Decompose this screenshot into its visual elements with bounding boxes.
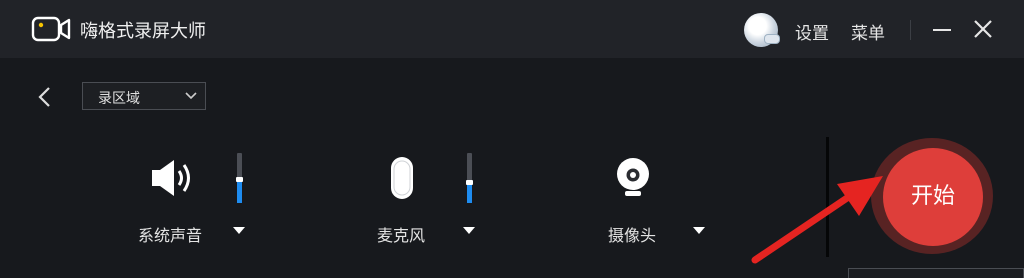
title-divider	[910, 20, 911, 40]
back-arrow-icon[interactable]	[34, 86, 56, 108]
camera-dropdown-triangle-icon[interactable]	[692, 226, 706, 236]
webcam-icon[interactable]	[614, 155, 652, 199]
menu-link[interactable]: 菜单	[851, 19, 885, 44]
microphone-volume-slider[interactable]	[466, 153, 473, 203]
record-mode-select[interactable]: 录区域	[82, 82, 206, 110]
speaker-icon[interactable]	[148, 156, 196, 200]
bottom-right-panel-edge	[848, 268, 1024, 278]
camera-label: 摄像头	[608, 226, 657, 245]
system-audio-dropdown-triangle-icon[interactable]	[232, 226, 246, 236]
chevron-down-icon	[185, 92, 197, 100]
microphone-icon[interactable]	[388, 155, 416, 201]
close-button[interactable]	[970, 16, 996, 42]
camera-logo-icon	[31, 16, 71, 42]
user-avatar-icon[interactable]	[744, 13, 780, 47]
microphone-dropdown-triangle-icon[interactable]	[462, 226, 476, 236]
microphone-volume-thumb[interactable]	[466, 180, 473, 185]
system-audio-label: 系统声音	[138, 226, 203, 245]
microphone-volume-fill	[467, 183, 472, 203]
settings-link[interactable]: 设置	[795, 19, 829, 44]
system-audio-volume-fill	[237, 180, 242, 203]
minimize-icon	[933, 29, 951, 31]
system-audio-volume-thumb[interactable]	[236, 177, 243, 182]
minimize-button[interactable]	[929, 16, 955, 42]
app-title: 嗨格式录屏大师	[80, 21, 206, 42]
title-bar: 嗨格式录屏大师 设置 菜单	[0, 0, 1024, 58]
vertical-separator	[826, 137, 829, 257]
close-icon	[974, 20, 992, 38]
system-audio-volume-slider[interactable]	[236, 153, 243, 203]
record-mode-value: 录区域	[98, 91, 140, 107]
microphone-label: 麦克风	[377, 226, 426, 245]
start-recording-button[interactable]: 开始	[883, 148, 983, 246]
